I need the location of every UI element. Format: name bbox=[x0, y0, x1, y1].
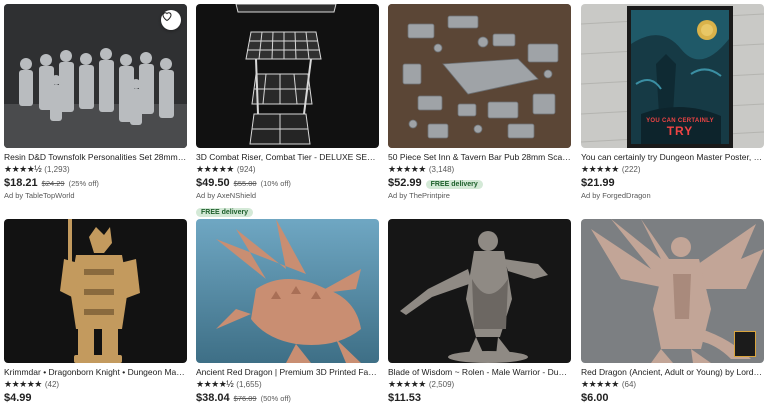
product-rating: ★★★★★ (3,148) bbox=[388, 164, 571, 175]
product-rating: ★★★★½ (1,293) bbox=[4, 164, 187, 175]
product-image-combat-riser[interactable] bbox=[196, 4, 379, 148]
product-title[interactable]: Resin D&D Townsfolk Personalities Set 28… bbox=[4, 152, 187, 163]
price-row: $11.53 bbox=[388, 392, 571, 404]
review-count: (2,509) bbox=[428, 380, 455, 389]
price: $4.99 bbox=[4, 392, 32, 404]
product-card[interactable]: Blade of Wisdom ~ Rolen - Male Warrior -… bbox=[388, 219, 571, 404]
ad-by-shop[interactable]: Ad by ThePrintpire bbox=[388, 191, 571, 201]
price-row: $49.50 $55.00 (10% off) bbox=[196, 177, 379, 189]
price-row: $4.99 bbox=[4, 392, 187, 404]
original-price: $55.00 bbox=[233, 179, 257, 188]
star-rating-icon: ★★★★★ bbox=[388, 379, 426, 389]
price-row: $18.21 $24.29 (25% off) bbox=[4, 177, 187, 189]
product-card[interactable]: Krimmdar • Dragonborn Knight • Dungeon M… bbox=[4, 219, 187, 404]
shop-logo bbox=[734, 331, 756, 357]
price: $52.99 bbox=[388, 177, 422, 189]
star-rating-icon: ★★★★★ bbox=[4, 379, 42, 389]
original-price: $24.29 bbox=[41, 179, 65, 188]
product-title[interactable]: Red Dragon (Ancient, Adult or Young) by … bbox=[581, 367, 764, 378]
product-rating: ★★★★★ (42) bbox=[4, 379, 187, 390]
price-row: $52.99 FREE delivery bbox=[388, 177, 571, 189]
star-rating-icon: ★★★★★ bbox=[581, 164, 619, 174]
price: $21.99 bbox=[581, 177, 615, 189]
discount: (25% off) bbox=[68, 179, 99, 188]
product-title[interactable]: 3D Combat Riser, Combat Tier - DELUXE SE… bbox=[196, 152, 379, 163]
price-row: $21.99 bbox=[581, 177, 764, 189]
star-rating-icon: ★★★★½ bbox=[4, 164, 42, 174]
product-image-blade-of-wisdom[interactable] bbox=[388, 219, 571, 363]
product-rating: ★★★★★ (64) bbox=[581, 379, 764, 390]
free-delivery-badge: FREE delivery bbox=[196, 208, 254, 217]
product-rating: ★★★★★ (222) bbox=[581, 164, 764, 175]
price: $6.00 bbox=[581, 392, 609, 404]
product-card[interactable]: 50 Piece Set Inn & Tavern Bar Pub 28mm S… bbox=[388, 4, 571, 201]
product-rating: ★★★★★ (2,509) bbox=[388, 379, 571, 390]
product-card[interactable]: Ancient Red Dragon | Premium 3D Printed … bbox=[196, 219, 379, 404]
ad-by-shop[interactable]: Ad by AxeNShield bbox=[196, 191, 379, 201]
review-count: (1,293) bbox=[44, 165, 70, 174]
product-image-townsfolk-minis[interactable] bbox=[4, 4, 187, 148]
review-count: (1,655) bbox=[236, 380, 262, 389]
discount: (50% off) bbox=[260, 394, 291, 403]
ad-by-shop[interactable]: Ad by ForgedDragon bbox=[581, 191, 764, 201]
star-rating-icon: ★★★★★ bbox=[196, 164, 234, 174]
product-card[interactable]: Red Dragon (Ancient, Adult or Young) by … bbox=[581, 219, 764, 404]
star-rating-icon: ★★★★★ bbox=[388, 164, 426, 174]
product-image-dragonborn-knight[interactable] bbox=[4, 219, 187, 363]
review-count: (42) bbox=[44, 380, 60, 389]
product-card[interactable]: YOU CAN CERTAINLY TRY You can certainly … bbox=[581, 4, 764, 201]
review-count: (64) bbox=[621, 380, 637, 389]
product-title[interactable]: 50 Piece Set Inn & Tavern Bar Pub 28mm S… bbox=[388, 152, 571, 163]
product-image-ancient-red-dragon[interactable] bbox=[196, 219, 379, 363]
product-rating: ★★★★½ (1,655) bbox=[196, 379, 379, 390]
price: $49.50 bbox=[196, 177, 230, 189]
product-title[interactable]: Ancient Red Dragon | Premium 3D Printed … bbox=[196, 367, 379, 378]
product-card[interactable]: 3D Combat Riser, Combat Tier - DELUXE SE… bbox=[196, 4, 379, 219]
discount: (10% off) bbox=[260, 179, 291, 188]
price: $38.04 bbox=[196, 392, 230, 404]
review-count: (222) bbox=[621, 165, 641, 174]
ad-by-shop[interactable]: Ad by TableTopWorld bbox=[4, 191, 187, 201]
price-row: $38.04 $76.09 (50% off) bbox=[196, 392, 379, 404]
free-delivery-badge: FREE delivery bbox=[425, 180, 483, 189]
product-image-dm-poster[interactable]: YOU CAN CERTAINLY TRY bbox=[581, 4, 764, 148]
product-title[interactable]: You can certainly try Dungeon Master Pos… bbox=[581, 152, 764, 163]
price: $18.21 bbox=[4, 177, 38, 189]
product-card[interactable]: Resin D&D Townsfolk Personalities Set 28… bbox=[4, 4, 187, 201]
product-image-tavern-set[interactable] bbox=[388, 4, 571, 148]
product-image-red-dragon[interactable] bbox=[581, 219, 764, 363]
review-count: (924) bbox=[236, 165, 256, 174]
poster-caption-line2: TRY bbox=[666, 124, 694, 138]
price-row: $6.00 bbox=[581, 392, 764, 404]
review-count: (3,148) bbox=[428, 165, 455, 174]
product-title[interactable]: Krimmdar • Dragonborn Knight • Dungeon M… bbox=[4, 367, 187, 378]
price: $11.53 bbox=[388, 392, 422, 404]
original-price: $76.09 bbox=[233, 394, 257, 403]
star-rating-icon: ★★★★½ bbox=[196, 379, 234, 389]
favorite-button[interactable] bbox=[161, 10, 181, 30]
star-rating-icon: ★★★★★ bbox=[581, 379, 619, 389]
product-rating: ★★★★★ (924) bbox=[196, 164, 379, 175]
product-title[interactable]: Blade of Wisdom ~ Rolen - Male Warrior -… bbox=[388, 367, 571, 378]
